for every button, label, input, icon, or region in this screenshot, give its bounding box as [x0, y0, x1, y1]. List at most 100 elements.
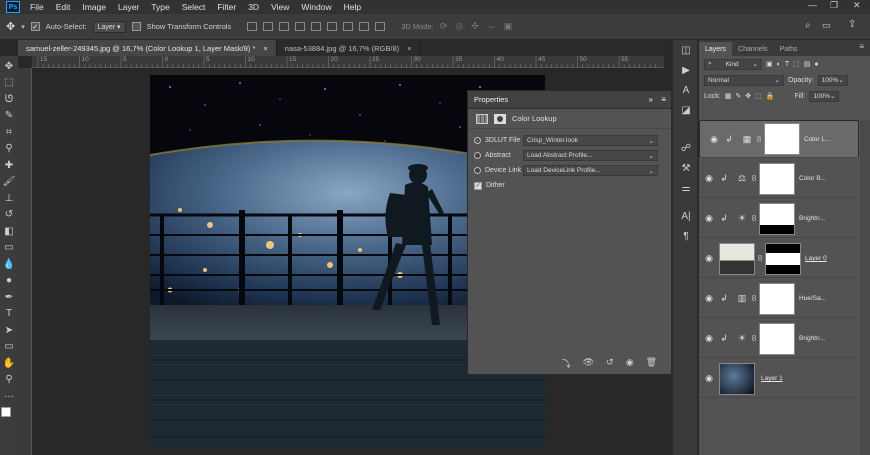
actions-play-icon[interactable]: ▶	[673, 60, 699, 80]
layer-thumbnail[interactable]	[719, 242, 755, 275]
layer-mask-thumbnail[interactable]	[759, 282, 795, 315]
menu-view[interactable]: View	[265, 2, 295, 12]
lock-all-icon[interactable]: 🔒	[766, 92, 775, 100]
layer-row[interactable]: ◉ ↲ ☀ 8 Brightn...	[699, 200, 859, 238]
transform-controls-checkbox[interactable]	[131, 22, 141, 31]
hand-tool-icon[interactable]: ✋	[2, 355, 16, 372]
abstract-radio[interactable]	[474, 152, 481, 159]
foreground-color-swatch[interactable]	[1, 406, 11, 417]
distribute-top-icon[interactable]	[343, 22, 354, 31]
align-bottom-icon[interactable]	[279, 22, 290, 31]
type-tool-icon[interactable]: T	[2, 306, 16, 323]
pen-tool-icon[interactable]: ✒	[2, 289, 16, 306]
align-right-icon[interactable]	[327, 22, 338, 31]
lut-file-row[interactable]: 3DLUT File Crisp_Winter.look ⌄	[468, 133, 671, 148]
restore-button[interactable]: ❐	[830, 0, 838, 11]
auto-select-checkbox[interactable]: ✓	[30, 22, 40, 31]
layer-row[interactable]: ◉ ↲ ▦ 8 Color L...	[699, 120, 859, 158]
menu-3d[interactable]: 3D	[242, 2, 265, 12]
delete-adjustment-icon[interactable]: 🗑	[646, 357, 657, 370]
swatches-icon[interactable]: ⚌	[673, 178, 699, 198]
minimize-button[interactable]: —	[808, 0, 817, 10]
abstract-row[interactable]: Abstract Load Abstract Profile... ⌄	[468, 148, 671, 163]
layer-mask-thumbnail[interactable]	[764, 123, 800, 155]
dither-row[interactable]: ✓ Dither	[468, 178, 671, 193]
move-tool-icon[interactable]: ✥	[2, 58, 16, 75]
3d-slide-icon[interactable]: ⇔	[487, 21, 496, 32]
more-tools-icon[interactable]: ···	[2, 388, 16, 405]
history-icon[interactable]: ◫	[673, 40, 699, 60]
document-tab-samuel-zeller[interactable]: samuel-zeller-249345.jpg @ 16,7% (Color …	[18, 40, 277, 56]
character-icon[interactable]: A	[673, 80, 699, 100]
quick-select-tool-icon[interactable]: ✎	[2, 108, 16, 125]
toggle-visibility-icon[interactable]: ◉	[626, 357, 634, 370]
menu-select[interactable]: Select	[176, 2, 212, 12]
layer-mask-thumbnail[interactable]	[759, 322, 795, 355]
device-link-row[interactable]: Device Link Load DeviceLink Profile... ⌄	[468, 163, 671, 178]
eye-icon[interactable]: ◉	[699, 213, 719, 224]
eye-icon[interactable]: ◉	[699, 373, 719, 384]
align-top-icon[interactable]	[247, 22, 258, 31]
reset-adjustment-icon[interactable]: ↺	[606, 357, 614, 370]
device-link-radio[interactable]	[474, 167, 481, 174]
collapse-panel-icon[interactable]: »	[649, 95, 653, 104]
layer-row[interactable]: ◉ ↲ ⚖ 8 Color B...	[699, 160, 859, 198]
workspace-icon[interactable]: ▭	[822, 20, 831, 31]
eye-icon[interactable]: ◉	[699, 333, 719, 344]
abstract-dropdown[interactable]: Load Abstract Profile... ⌄	[523, 150, 658, 161]
view-previous-state-icon[interactable]: 👁	[583, 357, 594, 370]
layer-row[interactable]: ◉ Layer 1	[699, 360, 859, 398]
lock-image-icon[interactable]: ✎	[735, 92, 741, 100]
move-tool-icon[interactable]: ✥	[6, 20, 15, 33]
tab-layers[interactable]: Layers	[699, 42, 733, 56]
layer-mask-thumbnail[interactable]	[759, 202, 795, 235]
clip-to-layer-icon[interactable]: ⤵	[562, 357, 571, 370]
dodge-tool-icon[interactable]: ●	[2, 273, 16, 290]
lock-artboard-icon[interactable]: ⬚	[755, 92, 762, 100]
paragraph-icon[interactable]: ¶	[673, 226, 699, 246]
menu-layer[interactable]: Layer	[112, 2, 145, 12]
3d-rotate-icon[interactable]: ⟳	[440, 21, 448, 32]
close-tab-icon[interactable]: ×	[263, 44, 267, 53]
lut-file-radio[interactable]	[474, 137, 481, 144]
layer-row[interactable]: ◉ ↲ ▥ 8 Hue/Sa...	[699, 280, 859, 318]
filter-pixel-icon[interactable]: ▣	[766, 60, 773, 68]
lut-file-dropdown[interactable]: Crisp_Winter.look ⌄	[523, 135, 658, 146]
color-swatches[interactable]	[1, 406, 17, 425]
3d-pan-icon[interactable]: ✣	[471, 21, 479, 32]
blend-mode-dropdown[interactable]: Normal ⌄	[704, 74, 784, 86]
crop-tool-icon[interactable]: ⌗	[2, 124, 16, 141]
gradient-tool-icon[interactable]: ▭	[2, 240, 16, 257]
filter-shape-icon[interactable]: ⬚	[793, 60, 800, 68]
layer-mask-thumbnail[interactable]	[765, 242, 801, 275]
align-center-icon[interactable]	[311, 22, 322, 31]
kind-filter-dropdown[interactable]: ⌕ Kind ⌄	[704, 58, 762, 70]
distribute-bottom-icon[interactable]	[375, 22, 386, 31]
layer-thumbnail[interactable]	[719, 362, 755, 395]
3d-scale-icon[interactable]: ▣	[504, 21, 513, 32]
eye-icon[interactable]: ◉	[704, 134, 724, 145]
adjustments-icon[interactable]: ☍	[673, 138, 699, 158]
tab-paths[interactable]: Paths	[774, 42, 804, 56]
menu-image[interactable]: Image	[76, 2, 112, 12]
history-brush-tool-icon[interactable]: ↺	[2, 207, 16, 224]
menu-type[interactable]: Type	[145, 2, 175, 12]
eyedropper-tool-icon[interactable]: ⚲	[2, 141, 16, 158]
share-icon[interactable]: ⇪	[848, 19, 856, 30]
align-left-icon[interactable]	[295, 22, 306, 31]
path-selection-tool-icon[interactable]: ➤	[2, 322, 16, 339]
filter-adjustment-icon[interactable]: ◐	[777, 61, 781, 68]
close-window-button[interactable]: ✕	[853, 0, 861, 11]
tool-preset-dropdown[interactable]: ▾	[21, 23, 25, 31]
panel-menu-icon[interactable]: ≡	[859, 42, 864, 56]
lasso-tool-icon[interactable]: ᘎ	[2, 91, 16, 108]
brush-settings-icon[interactable]: ◪	[673, 100, 699, 120]
search-icon[interactable]: ⌕	[805, 20, 811, 31]
lock-transparent-icon[interactable]: ▦	[725, 92, 732, 100]
shape-tool-icon[interactable]: ▭	[2, 339, 16, 356]
close-tab-icon[interactable]: ×	[407, 44, 411, 53]
layer-row[interactable]: ◉ 8 Layer 0	[699, 240, 859, 278]
eye-icon[interactable]: ◉	[699, 253, 719, 264]
lock-position-icon[interactable]: ✥	[745, 92, 751, 100]
healing-brush-tool-icon[interactable]: ✚	[2, 157, 16, 174]
